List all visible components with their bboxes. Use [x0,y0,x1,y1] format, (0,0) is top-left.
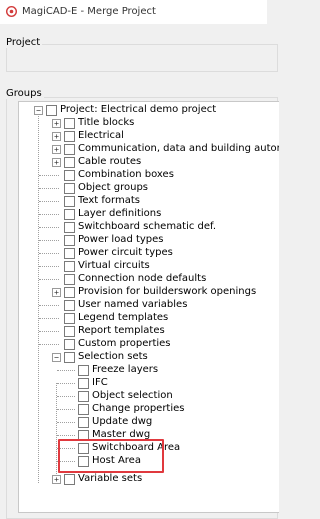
highlight-annotation-box [58,439,164,473]
tree-node-label: Title blocks [78,117,135,128]
tree-node-label: Provision for builderswork openings [78,286,257,297]
checkbox[interactable] [64,222,75,233]
tree-node-label: Change properties [92,403,185,414]
tree-guide-line [39,318,59,319]
checkbox[interactable] [64,287,75,298]
collapse-icon[interactable]: − [52,353,61,362]
checkbox[interactable] [64,157,75,168]
checkbox[interactable] [64,474,75,485]
checkbox[interactable] [64,248,75,259]
tree-guide-line [39,240,59,241]
tree-node-label: Custom properties [78,338,171,349]
project-groupbox [6,44,278,72]
checkbox[interactable] [64,118,75,129]
tree-guide-line [39,305,59,306]
checkbox[interactable] [64,170,75,181]
checkbox[interactable] [64,131,75,142]
tree-node-label: Legend templates [78,312,169,323]
collapse-icon[interactable]: − [34,106,43,115]
checkbox[interactable] [64,196,75,207]
tree-guide-line [39,266,59,267]
expand-icon[interactable]: + [52,288,61,297]
checkbox[interactable] [78,391,89,402]
window-title: MagiCAD-E - Merge Project [22,6,156,17]
tree-node-label: Layer definitions [78,208,162,219]
tree-guide-line [57,422,75,423]
checkbox[interactable] [78,417,89,428]
checkbox[interactable] [64,313,75,324]
tree-node-label: Selection sets [78,351,148,362]
checkbox[interactable] [64,235,75,246]
checkbox[interactable] [64,209,75,220]
tree-guide-line [39,227,59,228]
title-bar: MagiCAD-E - Merge Project [0,0,267,24]
tree-node-label: Cable routes [78,156,142,167]
tree-node-label: Text formats [78,195,140,206]
checkbox[interactable] [64,183,75,194]
tree-guide-line [38,116,39,483]
tree-guide-line [56,383,57,478]
tree-node-label: Connection node defaults [78,273,207,284]
groups-tree[interactable]: − Project: Electrical demo project + Tit… [18,101,279,513]
checkbox[interactable] [64,339,75,350]
tree-node-label: Project: Electrical demo project [60,104,217,115]
groups-group-label: Groups [4,88,44,99]
tree-node-label: Combination boxes [78,169,174,180]
tree-guide-line [39,201,59,202]
checkbox[interactable] [64,352,75,363]
expand-icon[interactable]: + [52,145,61,154]
tree-node-label: Virtual circuits [78,260,150,271]
expand-icon[interactable]: + [52,158,61,167]
expand-icon[interactable]: + [52,132,61,141]
tree-node-label: User named variables [78,299,188,310]
magicad-app-icon [6,6,17,17]
tree-guide-line [57,396,75,397]
tree-guide-line [39,344,59,345]
tree-node-label: Object selection [92,390,173,401]
tree-node-label: Electrical [78,130,124,141]
tree-guide-line [39,175,59,176]
checkbox[interactable] [64,326,75,337]
checkbox[interactable] [64,144,75,155]
tree-guide-line [57,370,75,371]
tree-guide-line [57,435,75,436]
checkbox[interactable] [64,274,75,285]
tree-node-label: Switchboard schematic def. [78,221,217,232]
tree-node-label: IFC [92,377,108,388]
tree-node-label: Report templates [78,325,165,336]
tree-guide-line [39,253,59,254]
checkbox[interactable] [46,105,57,116]
expand-icon[interactable]: + [52,475,61,484]
tree-guide-line [39,214,59,215]
checkbox[interactable] [64,261,75,272]
checkbox[interactable] [78,378,89,389]
tree-node-label: Freeze layers [92,364,159,375]
tree-guide-line [57,383,75,384]
tree-node-label: Update dwg [92,416,153,427]
project-group-label: Project [4,37,43,48]
tree-node-label: Power load types [78,234,164,245]
tree-node-label: Object groups [78,182,148,193]
tree-guide-line [39,331,59,332]
checkbox[interactable] [78,365,89,376]
tree-node-label: Communication, data and building automat… [78,143,279,154]
checkbox[interactable] [64,300,75,311]
tree-guide-line [39,188,59,189]
tree-guide-line [39,279,59,280]
expand-icon[interactable]: + [52,119,61,128]
tree-node-label: Variable sets [78,473,143,484]
tree-node-label: Power circuit types [78,247,173,258]
checkbox[interactable] [78,404,89,415]
tree-guide-line [57,409,75,410]
